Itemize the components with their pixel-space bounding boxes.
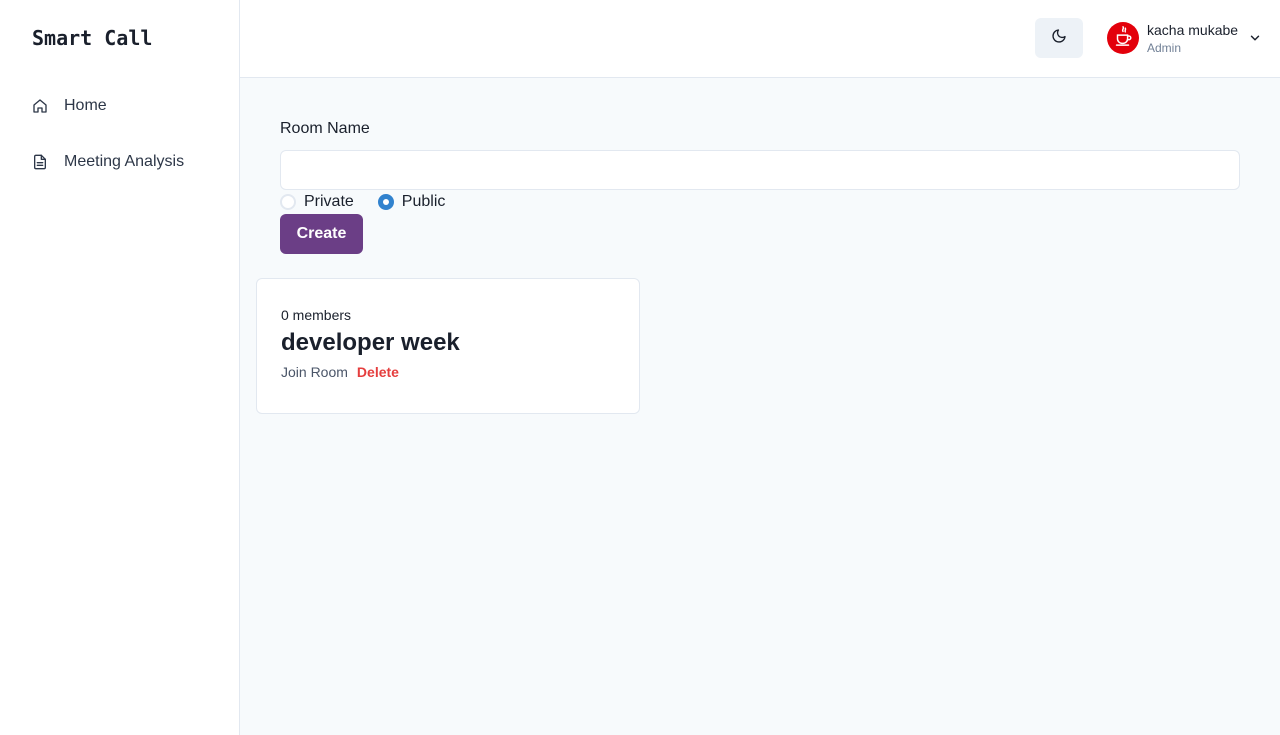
top-bar: kacha mukabe Admin [240,0,1280,78]
radio-label: Private [304,193,354,210]
avatar [1107,22,1139,54]
room-title: developer week [281,329,460,356]
member-count: 0 members [281,307,352,323]
room-card-actions: Join Room Delete [281,364,399,380]
main-content: Room Name Private Public Create 0 member… [240,78,1280,735]
home-icon [32,98,48,114]
sidebar-item-meeting-analysis[interactable]: Meeting Analysis [32,150,184,174]
radio-private[interactable]: Private [280,193,354,211]
room-card: 0 members developer week Join Room Delet… [256,278,640,414]
chevron-down-icon [1248,31,1262,45]
room-name-input[interactable] [280,150,1240,190]
user-name: kacha mukabe [1147,22,1239,38]
sidebar-item-label: Meeting Analysis [64,153,185,170]
user-menu[interactable]: kacha mukabe Admin [1107,18,1262,58]
user-info: kacha mukabe Admin [1147,20,1238,56]
create-button[interactable]: Create [280,214,363,254]
radio-public[interactable]: Public [377,193,446,211]
sidebar: Smart Call Home Meeting Analysis [0,0,240,735]
radio-button[interactable] [377,194,394,210]
delete-room-link[interactable]: Delete [357,364,399,380]
document-icon [32,154,48,170]
sidebar-item-label: Home [64,97,107,114]
visibility-radio-group: Private Public [280,192,469,212]
theme-toggle-button[interactable] [1035,18,1083,58]
moon-icon [1051,28,1067,49]
sidebar-item-home[interactable]: Home [32,94,107,118]
radio-label: Public [401,193,446,210]
room-name-label: Room Name [280,120,370,137]
user-role: Admin [1147,41,1182,55]
join-room-link[interactable]: Join Room [281,364,348,380]
java-logo-icon [1112,25,1134,52]
app-logo[interactable]: Smart Call [32,26,152,50]
radio-button[interactable] [280,194,296,210]
